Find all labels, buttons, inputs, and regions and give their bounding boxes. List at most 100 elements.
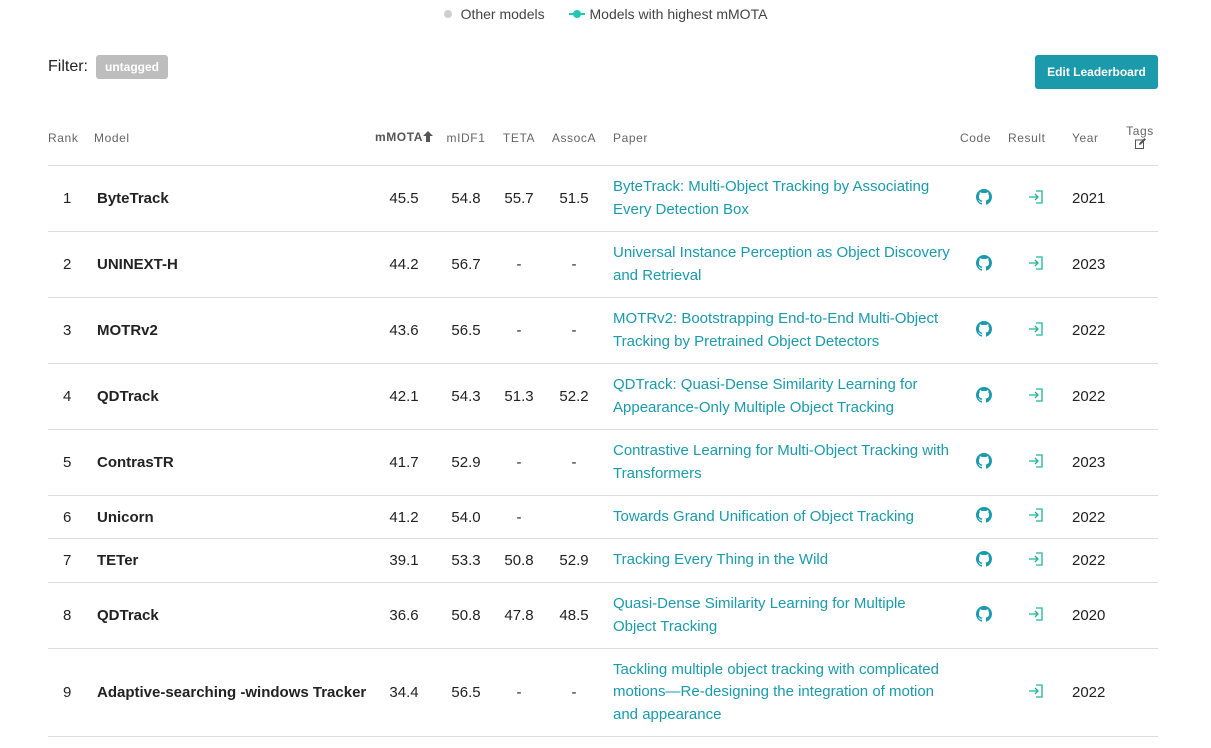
year-value: 2021	[1064, 165, 1122, 232]
paper-link[interactable]: Tracking Every Thing in the Wild	[608, 538, 960, 583]
mmota-value: 39.1	[374, 538, 434, 583]
result-link-icon[interactable]	[1028, 606, 1044, 625]
midf1-value: 53.3	[434, 538, 498, 583]
paper-link[interactable]: Towards Grand Unification of Object Trac…	[608, 495, 960, 539]
header-midf1[interactable]: mIDF1	[434, 110, 498, 166]
gray-dot-icon	[443, 10, 452, 18]
header-rank[interactable]: Rank	[48, 110, 94, 166]
code-cell	[960, 582, 1008, 649]
paper-link[interactable]: Quasi-Dense Similarity Learning for Mult…	[608, 582, 960, 649]
tags-cell	[1122, 429, 1158, 496]
header-code-label: Code	[960, 130, 992, 145]
github-icon[interactable]	[976, 320, 992, 341]
table-row[interactable]: 4 QDTrack 42.1 54.3 51.3 52.2 QDTrack: Quasi-D…	[48, 363, 1158, 430]
paper-link[interactable]: ByteTrack: Multi-Object Tracking by Asso…	[608, 165, 960, 232]
mmota-value: 36.6	[374, 582, 434, 649]
header-result[interactable]: Result	[1008, 110, 1064, 166]
result-link-icon[interactable]	[1028, 255, 1044, 274]
github-icon[interactable]	[976, 386, 992, 407]
mmota-value: 42.1	[374, 363, 434, 430]
model-name[interactable]: MOTRv2	[94, 297, 374, 364]
code-cell	[960, 495, 1008, 539]
header-assoca[interactable]: AssocA	[540, 110, 608, 166]
table-row[interactable]: 6 Unicorn 41.2 54.0- Towards Grand Unificati…	[48, 495, 1158, 539]
paper-link[interactable]: Contrastive Learning for Multi-Object Tr…	[608, 429, 960, 496]
table-row[interactable]: 8 QDTrack 36.6 50.8 47.8 48.5 Quasi-Dense Simi…	[48, 582, 1158, 649]
header-year[interactable]: Year	[1064, 110, 1122, 166]
mmota-value: 41.7	[374, 429, 434, 496]
model-name[interactable]: TETer	[94, 538, 374, 583]
paper-link[interactable]: Universal Instance Perception as Object …	[608, 231, 960, 298]
rank-cell: 4	[48, 363, 94, 430]
model-name[interactable]: QDTrack	[94, 582, 374, 649]
result-link-icon[interactable]	[1028, 551, 1044, 570]
code-cell	[960, 297, 1008, 364]
paper-link[interactable]: QDTrack: Quasi-Dense Similarity Learning…	[608, 363, 960, 430]
legend-other-label: Other models	[460, 6, 545, 22]
year-value: 2023	[1064, 429, 1122, 496]
tags-cell	[1122, 495, 1158, 539]
table-row[interactable]: 2 UNINEXT-H 44.2 56.7- - Universal Instance P…	[48, 231, 1158, 298]
tags-cell	[1122, 538, 1158, 583]
year-value: 2023	[1064, 231, 1122, 298]
code-cell	[960, 538, 1008, 583]
header-paper-label: Paper	[613, 130, 649, 145]
model-name[interactable]: ContrasTR	[94, 429, 374, 496]
table-row[interactable]: 1 ByteTrack 45.5 54.8 55.7 51.5 ByteTrack: Mul…	[48, 165, 1158, 232]
header-tags-label: Tags	[1126, 123, 1154, 138]
year-value: 2022	[1064, 363, 1122, 430]
model-name[interactable]: Unicorn	[94, 495, 374, 539]
tags-cell	[1122, 582, 1158, 649]
year-value: 2020	[1064, 582, 1122, 649]
legend-other-models[interactable]: Other models	[443, 6, 545, 22]
header-teta[interactable]: TETA	[498, 110, 540, 166]
github-icon[interactable]	[976, 550, 992, 571]
model-name[interactable]: Adaptive-searching -windows Tracker	[94, 648, 374, 737]
table-row[interactable]: 5 ContrasTR 41.7 52.9- - Contrastive Learning…	[48, 429, 1158, 496]
table-row[interactable]: 9 Adaptive-searching -windows Tracker 34.4…	[48, 648, 1158, 737]
paper-link[interactable]: Tackling multiple object tracking with c…	[608, 648, 960, 737]
year-value: 2022	[1064, 297, 1122, 364]
header-paper[interactable]: Paper	[608, 110, 960, 166]
model-name[interactable]: ByteTrack	[94, 165, 374, 232]
result-link-icon[interactable]	[1028, 387, 1044, 406]
header-tags[interactable]: Tags	[1122, 110, 1158, 166]
edit-icon[interactable]	[1134, 137, 1146, 152]
result-link-icon[interactable]	[1028, 189, 1044, 208]
assoca-value: 51.5	[540, 165, 608, 232]
midf1-value: 54.0	[434, 495, 498, 539]
result-link-icon[interactable]	[1028, 321, 1044, 340]
github-icon[interactable]	[976, 452, 992, 473]
header-midf1-label: mIDF1	[446, 130, 486, 145]
paper-link[interactable]: MOTRv2: Bootstrapping End-to-End Multi-O…	[608, 297, 960, 364]
github-icon[interactable]	[976, 188, 992, 209]
header-model[interactable]: Model	[94, 110, 374, 166]
model-name[interactable]: QDTrack	[94, 363, 374, 430]
midf1-value: 56.5	[434, 297, 498, 364]
result-link-icon[interactable]	[1028, 683, 1044, 702]
legend-highest-models[interactable]: Models with highest mMOTA	[568, 6, 767, 22]
assoca-value: 48.5	[540, 582, 608, 649]
filter-tag-untagged[interactable]: untagged	[96, 55, 168, 79]
model-name[interactable]: UNINEXT-H	[94, 231, 374, 298]
teta-value: -	[498, 297, 540, 364]
tags-cell	[1122, 297, 1158, 364]
teta-value: 51.3	[498, 363, 540, 430]
github-icon[interactable]	[976, 254, 992, 275]
result-link-icon[interactable]	[1028, 508, 1044, 526]
header-model-label: Model	[94, 130, 130, 145]
edit-leaderboard-button[interactable]: Edit Leaderboard	[1035, 55, 1158, 89]
github-icon[interactable]	[976, 507, 992, 527]
table-row[interactable]: 7 TETer 39.1 53.3 50.8 52.9 Tracking Every Thi…	[48, 538, 1158, 583]
year-value: 2022	[1064, 495, 1122, 539]
result-link-icon[interactable]	[1028, 453, 1044, 472]
github-icon[interactable]	[976, 605, 992, 626]
midf1-value: 56.5	[434, 648, 498, 737]
result-cell	[1008, 495, 1064, 539]
code-cell	[960, 648, 1008, 737]
teta-value: -	[498, 429, 540, 496]
header-code[interactable]: Code	[960, 110, 1008, 166]
midf1-value: 54.3	[434, 363, 498, 430]
header-mmota[interactable]: mMOTA	[374, 110, 434, 166]
table-row[interactable]: 3 MOTRv2 43.6 56.5- - MOTRv2: Bootstrapping E…	[48, 297, 1158, 364]
